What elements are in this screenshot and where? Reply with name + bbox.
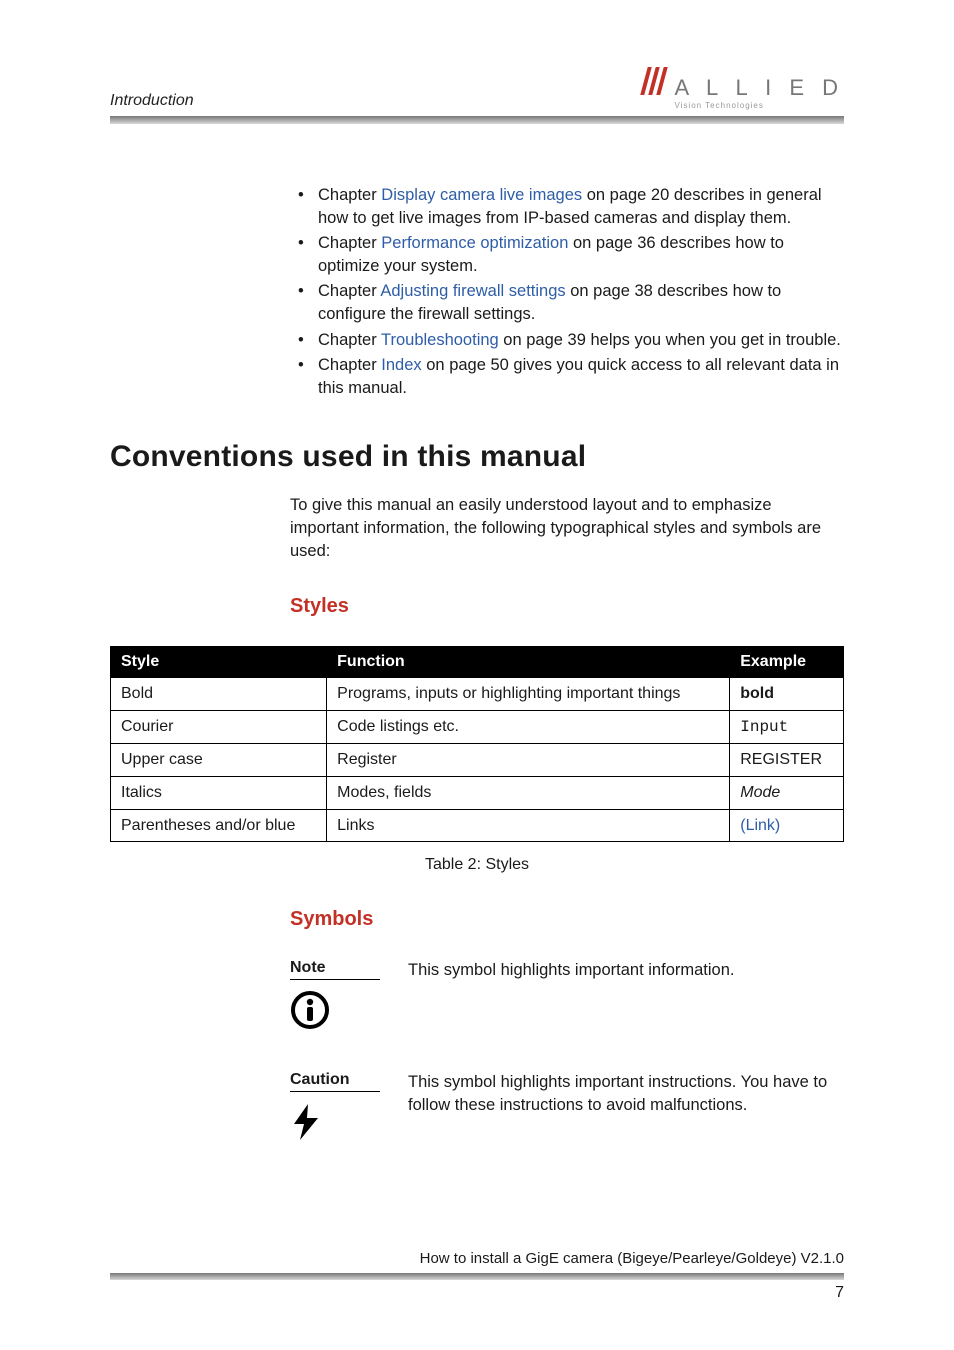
table-row: BoldPrograms, inputs or highlighting imp… (111, 678, 844, 711)
col-header: Style (111, 647, 327, 678)
footer-rule (110, 1273, 844, 1280)
symbol-text: This symbol highlights important informa… (408, 959, 734, 1035)
list-item: Chapter Troubleshooting on page 39 helps… (290, 329, 844, 352)
list-item: Chapter Display camera live images on pa… (290, 184, 844, 230)
col-header: Example (730, 647, 844, 678)
running-title: Introduction (110, 92, 194, 110)
table-row: Parentheses and/or blueLinks(Link) (111, 809, 844, 842)
brand-logo: A L L I E D Vision Technologies (644, 67, 844, 110)
footer-doc-title: How to install a GigE camera (Bigeye/Pea… (110, 1250, 844, 1267)
styles-table: Style Function Example BoldPrograms, inp… (110, 646, 844, 842)
list-item: Chapter Index on page 50 gives you quick… (290, 354, 844, 400)
chapter-bullet-list: Chapter Display camera live images on pa… (290, 184, 844, 400)
xref-link[interactable]: Display camera live images (381, 186, 582, 204)
header-rule (110, 116, 844, 124)
table-row: Upper caseRegisterREGISTER (111, 744, 844, 777)
list-item: Chapter Performance optimization on page… (290, 232, 844, 278)
intro-paragraph: To give this manual an easily understood… (290, 494, 844, 563)
logo-subtitle: Vision Technologies (674, 101, 763, 110)
col-header: Function (327, 647, 730, 678)
page-footer: How to install a GigE camera (Bigeye/Pea… (110, 1250, 844, 1302)
xref-link[interactable]: Performance optimization (381, 234, 568, 252)
lightning-icon (290, 1102, 322, 1142)
logo-title: A L L I E D (674, 77, 844, 99)
list-item: Chapter Adjusting firewall settings on p… (290, 280, 844, 326)
info-icon (290, 990, 330, 1030)
styles-heading: Styles (290, 595, 844, 618)
symbol-label: Note (290, 959, 380, 980)
page-number: 7 (110, 1284, 844, 1302)
xref-link[interactable]: Adjusting firewall settings (380, 282, 565, 300)
symbol-text: This symbol highlights important instruc… (408, 1071, 844, 1147)
section-heading: Conventions used in this manual (110, 440, 844, 474)
page-header: Introduction A L L I E D Vision Technolo… (110, 70, 844, 110)
symbol-note: Note This symbol highlights important in… (290, 959, 844, 1035)
table-row: CourierCode listings etc.Input (111, 710, 844, 744)
xref-link[interactable]: Index (381, 356, 421, 374)
xref-link[interactable]: Troubleshooting (381, 331, 499, 349)
table-row: ItalicsModes, fieldsMode (111, 776, 844, 809)
symbol-caution: Caution This symbol highlights important… (290, 1071, 844, 1147)
table-caption: Table 2: Styles (110, 856, 844, 874)
symbols-heading: Symbols (290, 908, 844, 931)
logo-bars-icon (641, 67, 669, 95)
symbol-label: Caution (290, 1071, 380, 1092)
